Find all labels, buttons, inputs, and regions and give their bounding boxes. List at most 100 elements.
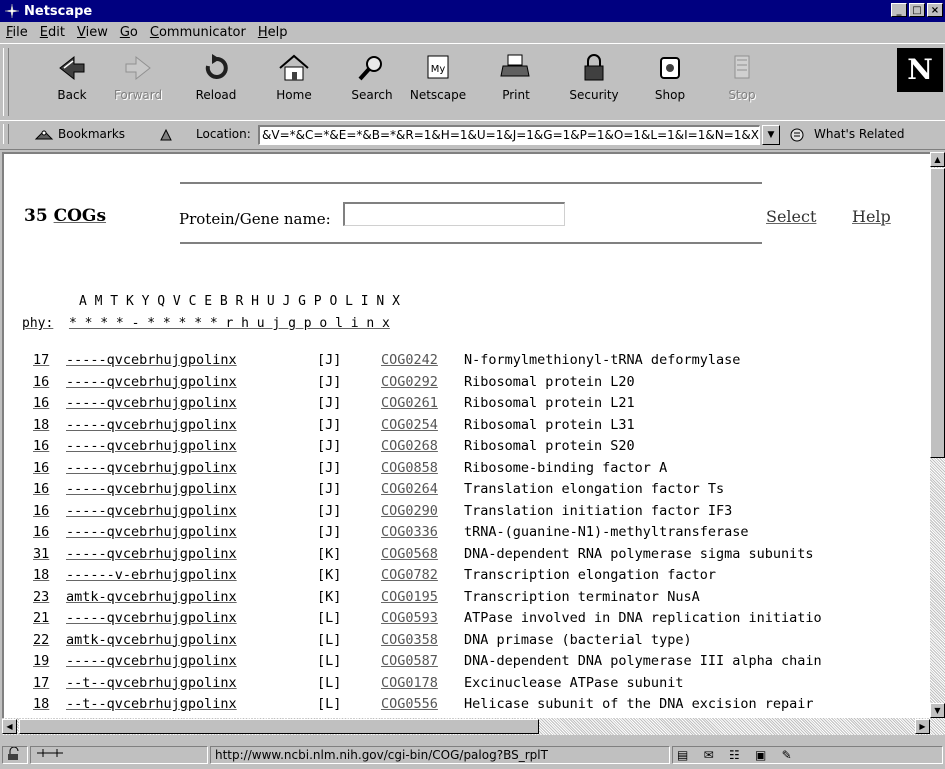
row-count-link[interactable]: 16 (33, 374, 49, 390)
row-cog-link[interactable]: COG0782 (381, 567, 438, 583)
row-count-link[interactable]: 19 (33, 653, 49, 669)
scroll-left-button[interactable]: ◀ (2, 719, 17, 734)
row-pattern-link[interactable]: -----qvcebrhujgpolinx (66, 503, 237, 519)
menu-communicator[interactable]: Communicator (144, 25, 252, 40)
row-count-link[interactable]: 22 (33, 632, 49, 648)
row-pattern-link[interactable]: amtk-qvcebrhujgpolinx (66, 632, 237, 648)
row-count-link[interactable]: 16 (33, 524, 49, 540)
row-cog-link[interactable]: COG0242 (381, 352, 438, 368)
row-pattern-link[interactable]: -----qvcebrhujgpolinx (66, 524, 237, 540)
scroll-down-button[interactable]: ▼ (930, 703, 945, 718)
row-pattern-link[interactable]: -----qvcebrhujgpolinx (66, 653, 237, 669)
help-link[interactable]: Help (852, 207, 891, 226)
row-count-link[interactable]: 21 (33, 610, 49, 626)
select-link[interactable]: Select (766, 207, 816, 226)
minimize-button[interactable]: _ (891, 3, 907, 17)
horizontal-scrollbar[interactable]: ◀ ▶ (2, 718, 945, 735)
row-cog-link[interactable]: COG0261 (381, 395, 438, 411)
row-pattern-link[interactable]: amtk-qvcebrhujgpolinx (66, 589, 237, 605)
row-cog-link[interactable]: COG0264 (381, 481, 438, 497)
row-pattern-link[interactable]: -----qvcebrhujgpolinx (66, 352, 237, 368)
netscape-logo[interactable]: N (897, 48, 943, 92)
row-cog-link[interactable]: COG0195 (381, 589, 438, 605)
horizontal-scroll-thumb[interactable] (19, 719, 539, 734)
row-count-link[interactable]: 23 (33, 589, 49, 605)
newsgroups-icon[interactable]: ☷ (729, 748, 740, 762)
navigator-icon[interactable]: ▤ (677, 748, 688, 762)
phy-pattern-links[interactable]: * * * * - * * * * * r h u j g p o l i n … (69, 316, 390, 331)
row-count-link[interactable]: 31 (33, 546, 49, 562)
location-dropdown-button[interactable]: ▼ (762, 125, 780, 145)
menu-edit[interactable]: Edit (34, 25, 71, 40)
row-cog-link[interactable]: COG0587 (381, 653, 438, 669)
row-pattern-link[interactable]: -----qvcebrhujgpolinx (66, 460, 237, 476)
row-count-link[interactable]: 18 (33, 417, 49, 433)
row-pattern-link[interactable]: -----qvcebrhujgpolinx (66, 610, 237, 626)
row-count-link[interactable]: 17 (33, 675, 49, 691)
row-cog-link[interactable]: COG0593 (381, 610, 438, 626)
row-count-link[interactable]: 18 (33, 567, 49, 583)
home-button[interactable]: Home (262, 50, 326, 116)
row-cog-link[interactable]: COG0568 (381, 546, 438, 562)
row-cog-link[interactable]: COG0292 (381, 374, 438, 390)
shop-button[interactable]: Shop (638, 50, 702, 116)
row-category: [J] (317, 459, 342, 476)
row-category: [J] (317, 524, 342, 540)
back-button[interactable]: Back (40, 50, 104, 116)
row-pattern-link[interactable]: -----qvcebrhujgpolinx (66, 481, 237, 497)
mail-icon[interactable]: ✉ (704, 748, 714, 762)
stop-button[interactable]: Stop (710, 50, 774, 116)
row-pattern-link[interactable]: -----qvcebrhujgpolinx (66, 374, 237, 390)
row-cog-link[interactable]: COG0858 (381, 460, 438, 476)
row-cog-link[interactable]: COG0290 (381, 503, 438, 519)
scroll-right-button[interactable]: ▶ (915, 719, 930, 734)
composer-icon[interactable]: ✎ (782, 748, 792, 762)
whats-related-button[interactable]: What's Related (814, 127, 904, 141)
row-pattern-link[interactable]: --t--qvcebrhujgpolinx (66, 675, 237, 691)
maximize-button[interactable]: □ (909, 3, 925, 17)
menu-file[interactable]: File (0, 25, 34, 40)
row-pattern-link[interactable]: -----qvcebrhujgpolinx (66, 395, 237, 411)
reload-button[interactable]: Reload (184, 50, 248, 116)
row-count-link[interactable]: 18 (33, 696, 49, 712)
row-cog-link[interactable]: COG0556 (381, 696, 438, 712)
vertical-scroll-thumb[interactable] (930, 168, 945, 458)
navigation-toolbar: Back Forward Reload Home Search My Netsc… (0, 43, 945, 121)
bookmarks-button[interactable]: Bookmarks (58, 127, 125, 141)
security-button[interactable]: Security (562, 50, 626, 116)
address-book-icon[interactable]: ▣ (755, 748, 766, 762)
row-cog-link[interactable]: COG0358 (381, 632, 438, 648)
row-cog-link[interactable]: COG0254 (381, 417, 438, 433)
close-button[interactable]: × (927, 3, 943, 17)
toolbar-grip[interactable] (3, 48, 9, 116)
row-count-link[interactable]: 16 (33, 503, 49, 519)
row-cog-link[interactable]: COG0268 (381, 438, 438, 454)
menu-go[interactable]: Go (114, 25, 144, 40)
forward-button[interactable]: Forward (106, 50, 170, 116)
row-pattern-link[interactable]: -----qvcebrhujgpolinx (66, 438, 237, 454)
menu-help[interactable]: Help (252, 25, 294, 40)
row-count-link[interactable]: 16 (33, 460, 49, 476)
location-grip[interactable] (3, 124, 9, 144)
row-cog-link[interactable]: COG0336 (381, 524, 438, 540)
row-pattern-link[interactable]: -----qvcebrhujgpolinx (66, 417, 237, 433)
menu-view[interactable]: View (71, 25, 114, 40)
row-count-link[interactable]: 16 (33, 481, 49, 497)
row-count-link[interactable]: 16 (33, 438, 49, 454)
row-count-link[interactable]: 17 (33, 352, 49, 368)
row-pattern-link[interactable]: -----qvcebrhujgpolinx (66, 546, 237, 562)
vertical-scrollbar[interactable]: ▲ ▼ (930, 152, 945, 718)
protein-gene-name-input[interactable] (343, 202, 565, 226)
phy-link[interactable]: phy: (22, 316, 53, 331)
row-count-link[interactable]: 16 (33, 395, 49, 411)
netscape-button[interactable]: My Netscape (406, 50, 470, 116)
print-button[interactable]: Print (484, 50, 548, 116)
row-cog-link[interactable]: COG0178 (381, 675, 438, 691)
cogs-link[interactable]: COGs (54, 206, 106, 226)
security-status-icon[interactable] (2, 746, 28, 764)
location-input[interactable]: &V=*&C=*&E=*&B=*&R=1&H=1&U=1&J=1&G=1&P=1… (258, 125, 760, 145)
scroll-up-button[interactable]: ▲ (930, 152, 945, 167)
row-pattern-link[interactable]: --t--qvcebrhujgpolinx (66, 696, 237, 712)
row-pattern-link[interactable]: ------v-ebrhujgpolinx (66, 567, 237, 583)
search-button[interactable]: Search (340, 50, 404, 116)
